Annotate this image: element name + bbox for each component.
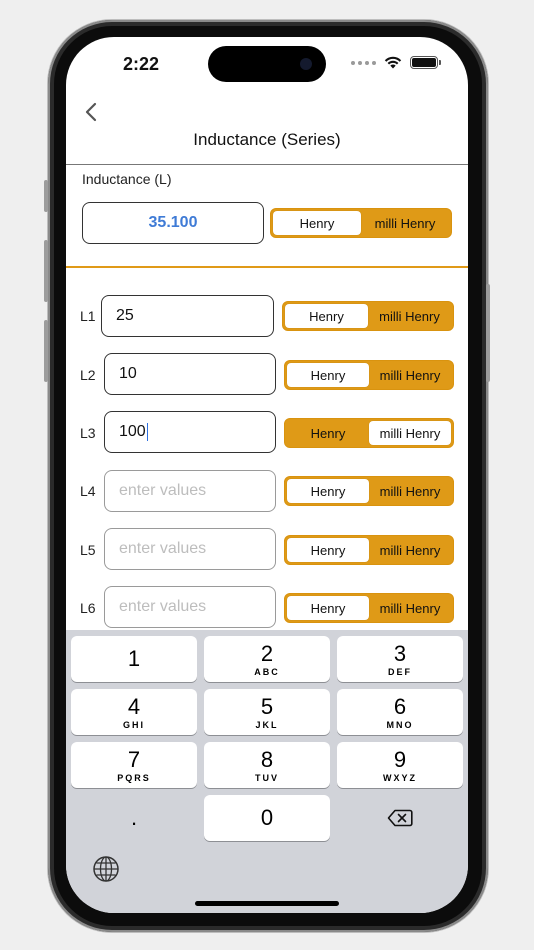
delete-backward-icon <box>387 809 413 827</box>
key-8[interactable]: 8 TUV <box>204 742 330 788</box>
device-button-volume-down <box>44 320 48 382</box>
unit-option-milli-henry-l2[interactable]: milli Henry <box>369 363 451 387</box>
input-field-l6[interactable]: enter values <box>104 586 276 628</box>
key-decimal[interactable]: . <box>71 795 197 841</box>
unit-option-henry-l2[interactable]: Henry <box>287 363 369 387</box>
battery-icon <box>410 56 441 69</box>
unit-option-milli-henry-l5[interactable]: milli Henry <box>369 538 451 562</box>
result-unit-milli-henry[interactable]: milli Henry <box>361 211 449 235</box>
input-value-l1: 25 <box>116 307 134 324</box>
app-screen: 2:22 Inductance (Series) Inductance (L) … <box>66 37 468 913</box>
dynamic-island <box>208 46 326 82</box>
unit-selector-l5[interactable]: Henry milli Henry <box>284 535 454 565</box>
unit-option-milli-henry-l4[interactable]: milli Henry <box>369 479 451 503</box>
camera-icon <box>300 58 312 70</box>
device-button-power <box>486 284 490 382</box>
input-label-l5: L5 <box>80 542 96 558</box>
unit-option-milli-henry-l6[interactable]: milli Henry <box>369 596 451 620</box>
input-placeholder-l5: enter values <box>119 540 207 557</box>
home-indicator[interactable] <box>195 901 339 906</box>
input-placeholder-l4: enter values <box>119 482 207 499</box>
input-field-l5[interactable]: enter values <box>104 528 276 570</box>
globe-icon[interactable] <box>92 855 120 883</box>
numeric-keypad: 1 2 ABC 3 DEF 4 GHI 5 JKL 6 MNO 7 PQRS 8 TUV 9W… <box>66 630 468 913</box>
key-5[interactable]: 5 JKL <box>204 689 330 735</box>
key-6[interactable]: 6 MNO <box>337 689 463 735</box>
status-time: 2:22 <box>122 54 160 74</box>
device-button-volume-up <box>44 240 48 302</box>
result-unit-selector[interactable]: Henry milli Henry <box>270 208 452 238</box>
unit-option-henry-l5[interactable]: Henry <box>287 538 369 562</box>
wifi-icon <box>384 56 402 69</box>
input-field-l1[interactable]: 25 <box>101 295 274 337</box>
unit-option-milli-henry-l3[interactable]: milli Henry <box>369 421 451 445</box>
section-divider <box>66 266 468 268</box>
text-cursor <box>146 423 149 441</box>
input-value-l3: 100 <box>119 423 146 440</box>
key-2[interactable]: 2 ABC <box>204 636 330 682</box>
delete-key[interactable] <box>337 795 463 841</box>
unit-selector-l2[interactable]: Henry milli Henry <box>284 360 454 390</box>
unit-option-henry-l6[interactable]: Henry <box>287 596 369 620</box>
unit-option-henry-l1[interactable]: Henry <box>285 304 368 328</box>
result-unit-henry[interactable]: Henry <box>273 211 361 235</box>
input-label-l1: L1 <box>80 308 96 324</box>
input-value-l2: 10 <box>119 365 137 382</box>
unit-selector-l1[interactable]: Henry milli Henry <box>282 301 454 331</box>
result-value: 35.100 <box>82 202 264 244</box>
input-label-l4: L4 <box>80 483 96 499</box>
key-4[interactable]: 4 GHI <box>71 689 197 735</box>
input-label-l2: L2 <box>80 367 96 383</box>
chevron-left-icon <box>85 102 97 122</box>
key-3[interactable]: 3 DEF <box>337 636 463 682</box>
unit-selector-l4[interactable]: Henry milli Henry <box>284 476 454 506</box>
device-button-action <box>44 180 48 212</box>
unit-option-milli-henry-l1[interactable]: milli Henry <box>368 304 451 328</box>
key-0[interactable]: 0 <box>204 795 330 841</box>
key-7[interactable]: 7 PQRS <box>71 742 197 788</box>
unit-selector-l3[interactable]: Henry milli Henry <box>284 418 454 448</box>
key-9[interactable]: 9 WXYZ <box>337 742 463 788</box>
cellular-signal-icon <box>351 60 376 65</box>
input-field-l2[interactable]: 10 <box>104 353 276 395</box>
unit-option-henry-l4[interactable]: Henry <box>287 479 369 503</box>
unit-selector-l6[interactable]: Henry milli Henry <box>284 593 454 623</box>
back-button[interactable] <box>76 97 106 127</box>
input-label-l6: L6 <box>80 600 96 616</box>
header-divider <box>66 164 468 165</box>
input-field-l4[interactable]: enter values <box>104 470 276 512</box>
key-1[interactable]: 1 <box>71 636 197 682</box>
input-placeholder-l6: enter values <box>119 598 207 615</box>
unit-option-henry-l3[interactable]: Henry <box>287 421 369 445</box>
page-title: Inductance (Series) <box>193 130 341 149</box>
input-field-l3[interactable]: 100 <box>104 411 276 453</box>
input-label-l3: L3 <box>80 425 96 441</box>
status-indicators <box>351 56 441 69</box>
result-label: Inductance (L) <box>82 171 172 187</box>
